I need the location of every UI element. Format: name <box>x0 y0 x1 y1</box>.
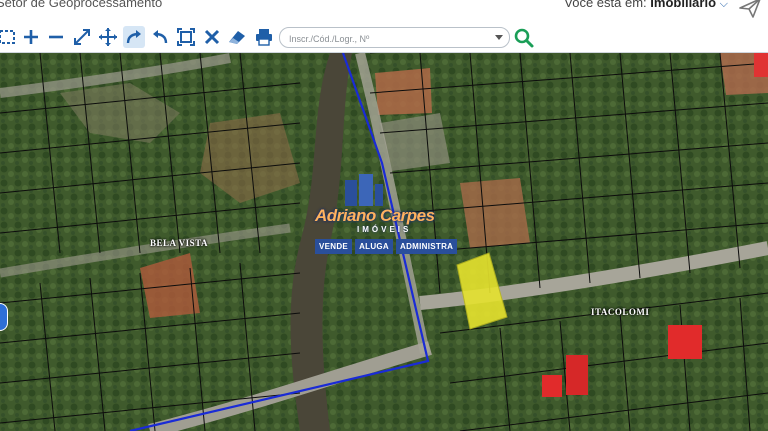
undo-icon <box>153 30 168 44</box>
search-dropdown-caret[interactable] <box>495 35 503 40</box>
search-icon[interactable] <box>513 27 535 49</box>
clear-tool[interactable] <box>201 26 223 48</box>
realtor-tag: VENDE <box>315 239 353 254</box>
realtor-tag: ALUGA <box>355 239 394 254</box>
zoom-window-tool[interactable] <box>175 26 197 48</box>
label-bela-vista: BELA VISTA <box>150 238 208 248</box>
fit-extent-tool[interactable] <box>71 26 93 48</box>
search-input[interactable] <box>287 30 491 47</box>
minus-icon <box>49 35 63 39</box>
app-title: Setor de Geoprocessamento <box>0 0 163 10</box>
realtor-tags: VENDE ALUGA ADMINISTRA <box>315 239 458 254</box>
building-logo-icon <box>345 174 383 206</box>
zoom-window-icon <box>177 28 195 46</box>
clearing-5 <box>460 178 530 248</box>
realtor-name: Adriano Carpes <box>315 206 435 225</box>
redo-tool[interactable] <box>123 26 145 48</box>
label-itacolomi: ITACOLOMI <box>591 307 650 317</box>
user-location-selector[interactable]: Você está em: Imobiliário ⌵ <box>564 0 728 11</box>
expand-icon <box>74 29 90 45</box>
realtor-tag: ADMINISTRA <box>396 239 458 254</box>
clearing-4 <box>380 113 450 171</box>
send-icon[interactable] <box>738 0 762 20</box>
move-icon <box>99 28 117 46</box>
pan-tool[interactable] <box>97 26 119 48</box>
print-tool[interactable] <box>253 26 275 48</box>
user-location-prefix: Você está em: <box>564 0 647 10</box>
select-box-icon <box>0 30 15 44</box>
zoom-in-tool[interactable] <box>20 26 42 48</box>
side-panel-toggle[interactable] <box>0 303 8 331</box>
red-roof-1 <box>668 325 702 359</box>
close-icon <box>204 29 220 45</box>
red-roof-4 <box>754 53 768 77</box>
erase-tool[interactable] <box>226 26 248 48</box>
search-box <box>279 27 510 48</box>
zoom-out-tool[interactable] <box>45 26 67 48</box>
plus-icon <box>24 30 38 44</box>
undo-tool[interactable] <box>149 26 171 48</box>
chevron-down-icon: ⌵ <box>719 0 728 10</box>
redo-icon <box>126 30 141 44</box>
realtor-subtitle: IMÓVEIS <box>357 225 412 234</box>
red-roof-2 <box>542 375 562 397</box>
select-box-tool[interactable] <box>0 26 18 48</box>
top-bar: Setor de Geoprocessamento Você está em: … <box>0 0 768 22</box>
realtor-watermark: Adriano Carpes IMÓVEIS VENDE ALUGA ADMIN… <box>313 172 463 260</box>
printer-icon <box>256 29 272 46</box>
user-location-value: Imobiliário <box>650 0 717 10</box>
eraser-icon <box>229 31 245 44</box>
red-roof-3 <box>566 355 588 395</box>
